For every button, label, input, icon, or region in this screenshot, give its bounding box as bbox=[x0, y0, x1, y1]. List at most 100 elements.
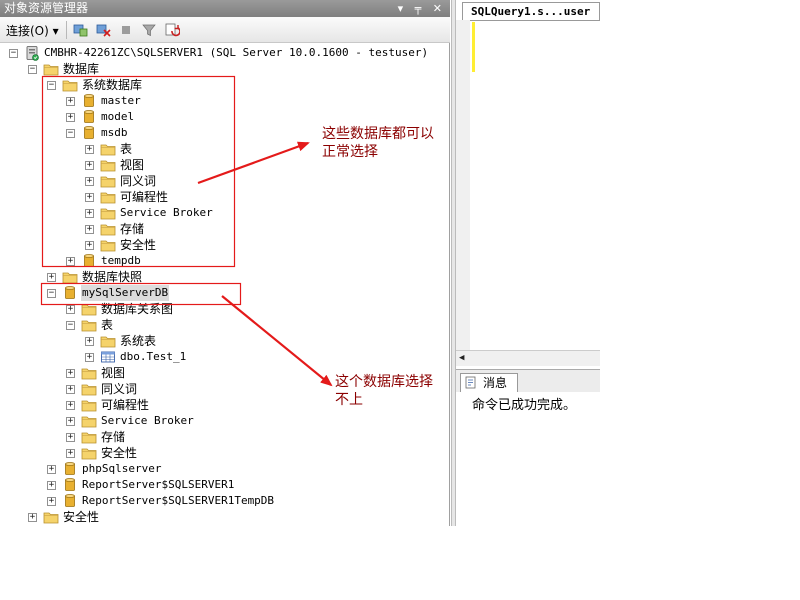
annotation-selectable-note: 这些数据库都可以 正常选择 bbox=[322, 125, 434, 161]
panel-window-controls[interactable]: ▾ ╤ ✕ bbox=[398, 0, 446, 17]
expand-toggle[interactable]: + bbox=[85, 353, 94, 362]
object-explorer-title-bar: 对象资源管理器 ▾ ╤ ✕ bbox=[0, 0, 450, 17]
tree-label: Service Broker bbox=[101, 414, 194, 427]
expand-toggle[interactable]: + bbox=[66, 257, 75, 266]
expand-toggle[interactable]: + bbox=[85, 241, 94, 250]
expand-toggle[interactable]: + bbox=[66, 417, 75, 426]
collapse-toggle[interactable]: − bbox=[66, 129, 75, 138]
expand-toggle[interactable]: + bbox=[66, 433, 75, 442]
expand-toggle[interactable]: + bbox=[85, 209, 94, 218]
tree-node-msdb-storage[interactable]: + 存储 bbox=[0, 221, 449, 237]
folder-icon bbox=[100, 333, 116, 349]
folder-icon bbox=[100, 141, 116, 157]
tree-node-test-table[interactable]: + dbo.Test_1 bbox=[0, 349, 449, 365]
tree-node-reportserver-tempdb[interactable]: + ReportServer$SQLSERVER1TempDB bbox=[0, 493, 449, 509]
tree-node-service-broker[interactable]: + Service Broker bbox=[0, 413, 449, 429]
folder-icon bbox=[81, 365, 97, 381]
tree-label: 安全性 bbox=[63, 510, 100, 524]
folder-icon bbox=[100, 173, 116, 189]
refresh-icon[interactable] bbox=[164, 22, 180, 38]
expand-toggle[interactable]: + bbox=[85, 177, 94, 186]
expand-toggle[interactable]: + bbox=[47, 465, 56, 474]
scroll-left-arrow-icon[interactable]: ◀ bbox=[459, 353, 464, 363]
expand-toggle[interactable]: + bbox=[66, 449, 75, 458]
tree-label: 系统数据库 bbox=[82, 78, 143, 92]
database-icon bbox=[81, 125, 97, 141]
expand-toggle[interactable]: + bbox=[85, 145, 94, 154]
query-editor-tab[interactable]: SQLQuery1.s...user bbox=[462, 2, 600, 20]
tree-node-db-security[interactable]: + 安全性 bbox=[0, 445, 449, 461]
expand-toggle[interactable]: + bbox=[85, 225, 94, 234]
stop-icon[interactable] bbox=[118, 22, 134, 38]
tree-node-reportserver[interactable]: + ReportServer$SQLSERVER1 bbox=[0, 477, 449, 493]
tree-label: ReportServer$SQLSERVER1 bbox=[82, 478, 235, 491]
object-explorer-panel: 对象资源管理器 ▾ ╤ ✕ 连接(O) ▾ − CMBHR-42261ZC\SQ… bbox=[0, 0, 450, 526]
tree-node-tempdb[interactable]: + tempdb bbox=[0, 253, 449, 269]
query-editor-textarea[interactable] bbox=[470, 20, 600, 351]
tree-label: Service Broker bbox=[120, 206, 213, 219]
folder-icon bbox=[100, 205, 116, 221]
expand-toggle[interactable]: + bbox=[66, 97, 75, 106]
expand-toggle[interactable]: + bbox=[66, 385, 75, 394]
connect-server-icon[interactable] bbox=[72, 22, 88, 38]
expand-toggle[interactable]: + bbox=[85, 193, 94, 202]
tree-label: master bbox=[101, 94, 141, 107]
collapse-toggle[interactable]: − bbox=[47, 81, 56, 90]
collapse-toggle[interactable]: − bbox=[9, 49, 18, 58]
tree-node-master[interactable]: + master bbox=[0, 93, 449, 109]
editor-horizontal-scrollbar[interactable]: ◀ bbox=[456, 350, 600, 366]
tree-node-msdb-programmability[interactable]: + 可编程性 bbox=[0, 189, 449, 205]
database-icon bbox=[81, 253, 97, 269]
collapse-toggle[interactable]: − bbox=[28, 65, 37, 74]
folder-icon bbox=[81, 413, 97, 429]
disconnect-icon[interactable] bbox=[95, 22, 111, 38]
expand-toggle[interactable]: + bbox=[66, 305, 75, 314]
tree-node-msdb-security[interactable]: + 安全性 bbox=[0, 237, 449, 253]
collapse-toggle[interactable]: − bbox=[47, 289, 56, 298]
expand-toggle[interactable]: + bbox=[85, 337, 94, 346]
tree-node-model[interactable]: + model bbox=[0, 109, 449, 125]
tree-node-phpsqlserver[interactable]: + phpSqlserver bbox=[0, 461, 449, 477]
tree-node-server-security[interactable]: + 安全性 bbox=[0, 509, 449, 525]
editor-gutter bbox=[456, 20, 470, 350]
expand-toggle[interactable]: + bbox=[47, 481, 56, 490]
tree-node-system-tables[interactable]: + 系统表 bbox=[0, 333, 449, 349]
messages-tab[interactable]: 消息 bbox=[460, 373, 518, 392]
tree-node-mysqlserverdb[interactable]: − mySqlServerDB bbox=[0, 285, 449, 301]
expand-toggle[interactable]: + bbox=[28, 513, 37, 522]
collapse-toggle[interactable]: − bbox=[66, 321, 75, 330]
expand-toggle[interactable]: + bbox=[66, 113, 75, 122]
toolbar-separator bbox=[66, 21, 67, 39]
tree-node-database-snapshots[interactable]: + 数据库快照 bbox=[0, 269, 449, 285]
tree-node-server[interactable]: − CMBHR-42261ZC\SQLSERVER1 (SQL Server 1… bbox=[0, 45, 449, 61]
expand-toggle[interactable]: + bbox=[85, 161, 94, 170]
tree-node-msdb-synonyms[interactable]: + 同义词 bbox=[0, 173, 449, 189]
tree-label: CMBHR-42261ZC\SQLSERVER1 (SQL Server 10.… bbox=[44, 46, 429, 59]
folder-icon bbox=[100, 157, 116, 173]
expand-toggle[interactable]: + bbox=[66, 369, 75, 378]
filter-icon[interactable] bbox=[141, 22, 157, 38]
tree-node-database-diagrams[interactable]: + 数据库关系图 bbox=[0, 301, 449, 317]
folder-icon bbox=[100, 237, 116, 253]
folder-icon bbox=[81, 397, 97, 413]
expand-toggle[interactable]: + bbox=[66, 401, 75, 410]
folder-icon bbox=[62, 77, 78, 93]
expand-toggle[interactable]: + bbox=[47, 497, 56, 506]
tree-label: dbo.Test_1 bbox=[120, 350, 187, 363]
tree-node-storage[interactable]: + 存储 bbox=[0, 429, 449, 445]
tree-label: 视图 bbox=[101, 366, 126, 380]
tree-node-msdb-service-broker[interactable]: + Service Broker bbox=[0, 205, 449, 221]
tree-node-databases[interactable]: − 数据库 bbox=[0, 61, 449, 77]
tree-node-system-databases[interactable]: − 系统数据库 bbox=[0, 77, 449, 93]
folder-icon bbox=[81, 445, 97, 461]
tree-label: 存储 bbox=[101, 430, 126, 444]
connect-dropdown-button[interactable]: 连接(O) ▾ bbox=[6, 22, 59, 39]
tree-label: 可编程性 bbox=[120, 190, 169, 204]
tree-node-tables[interactable]: − 表 bbox=[0, 317, 449, 333]
tree-label: 表 bbox=[101, 318, 114, 332]
query-editor-area: SQLQuery1.s...user ◀ 消息 命令已成功完成。 bbox=[456, 0, 600, 526]
result-message: 命令已成功完成。 bbox=[472, 398, 577, 413]
expand-toggle[interactable]: + bbox=[47, 273, 56, 282]
folder-icon bbox=[81, 317, 97, 333]
tree-label: 存储 bbox=[120, 222, 145, 236]
